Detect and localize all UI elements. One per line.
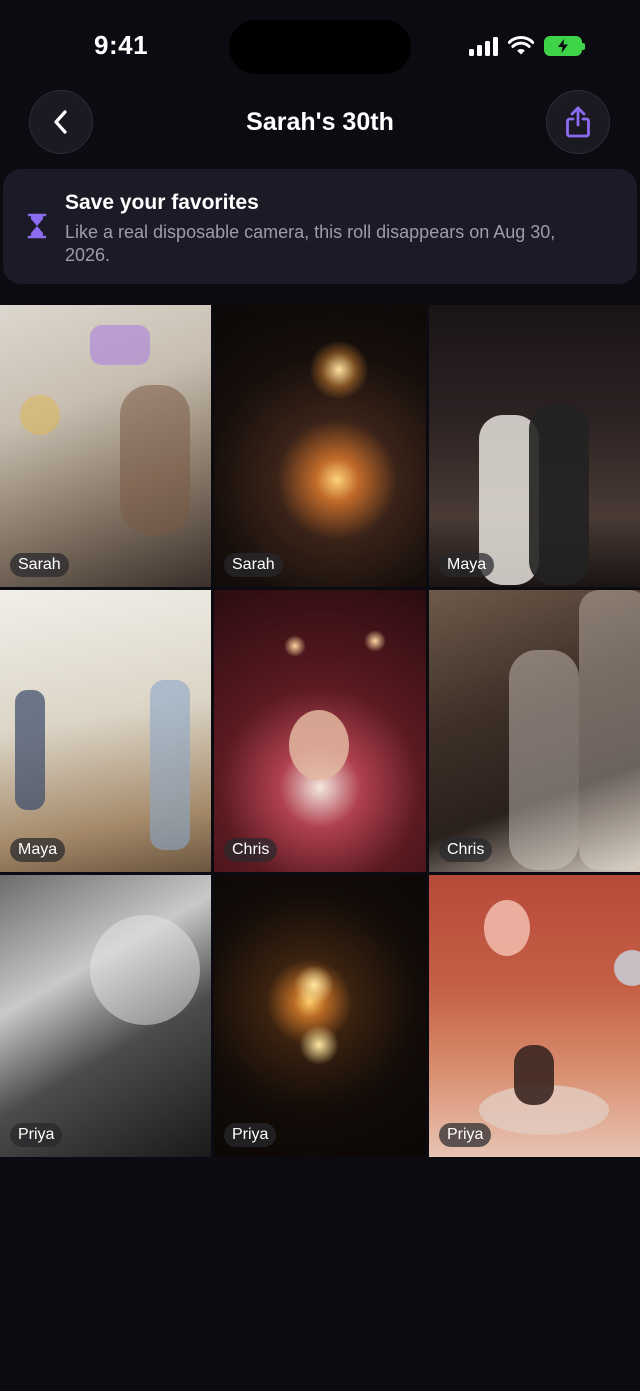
banner-text: Like a real disposable camera, this roll… — [65, 222, 556, 265]
photo-tile[interactable]: Priya — [429, 875, 640, 1157]
photo-tile[interactable]: Chris — [429, 590, 640, 872]
status-icons — [469, 34, 585, 58]
photo-tile[interactable]: Maya — [0, 590, 211, 872]
hourglass-icon — [27, 213, 47, 239]
page-title: Sarah's 30th — [246, 108, 394, 136]
photo-author-badge: Maya — [10, 838, 66, 862]
photo-tile[interactable]: Priya — [214, 875, 426, 1157]
photo-author-badge: Chris — [224, 838, 278, 862]
dynamic-island — [229, 20, 411, 74]
wifi-icon — [508, 36, 534, 55]
status-time: 9:41 — [94, 30, 149, 60]
nav-bar: Sarah's 30th — [0, 90, 640, 156]
expiry-banner: Save your favorites Like a real disposab… — [3, 169, 637, 284]
photo-author-badge: Maya — [439, 553, 495, 577]
photo-author-badge: Sarah — [10, 553, 69, 577]
photo-author-badge: Priya — [224, 1123, 277, 1147]
photo-author-badge: Priya — [439, 1123, 492, 1147]
banner-title: Save your favorites — [65, 191, 259, 214]
photo-tile[interactable]: Maya — [429, 305, 640, 587]
photo-grid: Sarah Sarah Maya Maya Chris Chris Priya … — [0, 305, 640, 1157]
share-button[interactable] — [546, 90, 610, 154]
battery-icon — [544, 36, 585, 56]
cellular-signal-icon — [469, 36, 498, 56]
share-icon — [566, 106, 590, 138]
charging-bolt-icon — [558, 39, 568, 53]
status-bar: 9:41 — [0, 0, 640, 92]
screen: 9:41 Sarah's 30th Save your favorites Li… — [0, 0, 640, 1391]
photo-tile[interactable]: Priya — [0, 875, 211, 1157]
photo-author-badge: Chris — [439, 838, 493, 862]
photo-tile[interactable]: Sarah — [214, 305, 426, 587]
photo-tile[interactable]: Sarah — [0, 305, 211, 587]
photo-author-badge: Sarah — [224, 553, 283, 577]
photo-author-badge: Priya — [10, 1123, 63, 1147]
photo-tile[interactable]: Chris — [214, 590, 426, 872]
